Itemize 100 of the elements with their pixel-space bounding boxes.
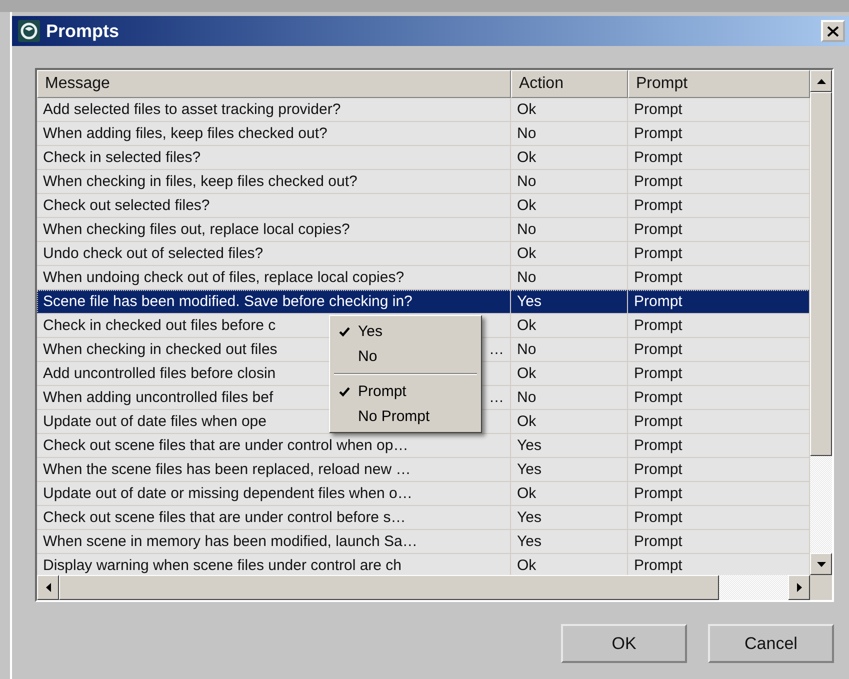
table-row[interactable]: Check in selected files? Ok Prompt [37,146,810,170]
table-cell: Prompt [634,173,682,190]
menu-item-label: No Prompt [358,408,430,425]
close-button[interactable] [821,20,845,42]
table-cell: No [517,125,536,142]
table-cell: Prompt [634,245,682,262]
table-cell: Prompt [634,149,682,166]
table-cell: Update out of date or missing dependent files when o… [43,485,412,502]
table-cell: When adding uncontrolled files bef [43,389,274,406]
menu-item[interactable]: Yes [330,319,481,344]
table-cell: Add selected files to asset tracking provider? [43,101,341,118]
table-row[interactable]: Undo check out of selected files? Ok Prompt [37,242,810,266]
table-cell: Yes [517,533,542,550]
table-cell: Scene file has been modified. Save before checking in? [43,293,412,310]
table-cell: Prompt [634,293,682,310]
table-cell: Prompt [634,437,682,454]
table-cell: Ok [517,413,536,430]
table-cell: Ok [517,101,536,118]
table-cell: Prompt [634,389,682,406]
table-cell: Display warning when scene files under control are ch [43,557,402,574]
table-cell: … [489,341,504,358]
table-cell: No [517,341,536,358]
table-row[interactable]: Update out of date or missing dependent files when o… Ok Prompt [37,482,810,506]
table-cell: Undo check out of selected files? [43,245,264,262]
column-header[interactable]: Message [37,70,511,98]
menu-item[interactable]: No Prompt [330,404,481,429]
table-cell: Check out scene files that are under control before s… [43,509,406,526]
table-cell: Ok [517,245,536,262]
table-cell: Ok [517,557,536,574]
table-row[interactable]: Check out scene files that are under control before s… Yes Prompt [37,506,810,530]
menu-item-label: Prompt [358,383,406,400]
left-arrow-icon [46,583,50,592]
table-cell: No [517,173,536,190]
table-cell: Prompt [634,269,682,286]
table-cell: When checking in checked out files [43,341,278,358]
table-cell: Prompt [634,461,682,478]
table-row[interactable]: When scene in memory has been modified, launch Sa… Yes Prompt [37,530,810,554]
down-arrow-icon [816,562,826,566]
right-arrow-icon [796,583,802,592]
table-cell: Check in selected files? [43,149,201,166]
table-cell: Prompt [634,485,682,502]
close-icon [827,26,839,36]
table-cell: Prompt [634,101,682,118]
scroll-down-button[interactable] [810,553,832,575]
scroll-up-button[interactable] [810,70,832,92]
table-cell: Check out selected files? [43,197,210,214]
table-row[interactable]: When adding files, keep files checked out? No Prompt [37,122,810,146]
table-cell: Yes [517,461,542,478]
table-cell: Yes [517,509,542,526]
dialog-button[interactable]: OK [561,624,687,663]
table-row[interactable]: When checking in files, keep files checked out? No Prompt [37,170,810,194]
vertical-scrollbar[interactable] [810,70,832,575]
table-row[interactable]: Scene file has been modified. Save before checking in? Yes Prompt [37,290,810,314]
table-cell: Prompt [634,365,682,382]
table-cell: No [517,221,536,238]
table-cell: Prompt [634,125,682,142]
table-cell: Yes [517,293,542,310]
menu-item-label: Yes [358,323,382,340]
table-cell: Prompt [634,317,682,334]
table-cell: Check in checked out files before c [43,317,276,334]
table-cell: When checking in files, keep files checked out? [43,173,358,190]
table-row[interactable]: Check out selected files? Ok Prompt [37,194,810,218]
column-header[interactable]: Action [511,70,628,98]
scroll-thumb[interactable] [810,92,832,456]
table-row[interactable]: Check out scene files that are under control when op… Yes Prompt [37,434,810,458]
table-cell: Prompt [634,413,682,430]
table-cell: When the scene files has been replaced, reload new … [43,461,411,478]
scroll-right-button[interactable] [788,575,810,600]
table-cell: No [517,269,536,286]
dialog-button[interactable]: Cancel [708,624,834,663]
table-cell: Prompt [634,557,682,574]
window-title: Prompts [46,20,120,42]
table-cell: When scene in memory has been modified, launch Sa… [43,533,418,550]
table-cell: Prompt [634,221,682,238]
table-row[interactable]: When the scene files has been replaced, reload new … Yes Prompt [37,458,810,482]
table-cell: Yes [517,437,542,454]
table-cell: Check out scene files that are under control when op… [43,437,408,454]
table-row[interactable]: Add selected files to asset tracking provider? Ok Prompt [37,98,810,122]
table-cell: Add uncontrolled files before closin [43,365,276,382]
table-cell: No [517,389,536,406]
table-cell: … [489,389,504,406]
app-icon [18,20,40,42]
table-cell: Ok [517,365,536,382]
scroll-left-button[interactable] [37,575,59,600]
table-cell: When undoing check out of files, replace local copies? [43,269,404,286]
menu-item-label: No [358,348,378,365]
table-cell: Ok [517,485,536,502]
table-cell: When adding files, keep files checked out? [43,125,328,142]
column-header[interactable]: Prompt [628,70,810,98]
table-cell: Prompt [634,509,682,526]
table-row[interactable]: When checking files out, replace local copies? No Prompt [37,218,810,242]
table-cell: Ok [517,197,536,214]
table-cell: Ok [517,317,536,334]
up-arrow-icon [816,78,826,84]
table-cell: When checking files out, replace local copies? [43,221,350,238]
table-cell: Prompt [634,341,682,358]
table-cell: Prompt [634,197,682,214]
table-cell: Prompt [634,533,682,550]
table-cell: Ok [517,149,536,166]
table-cell: Update out of date files when ope [43,413,266,430]
